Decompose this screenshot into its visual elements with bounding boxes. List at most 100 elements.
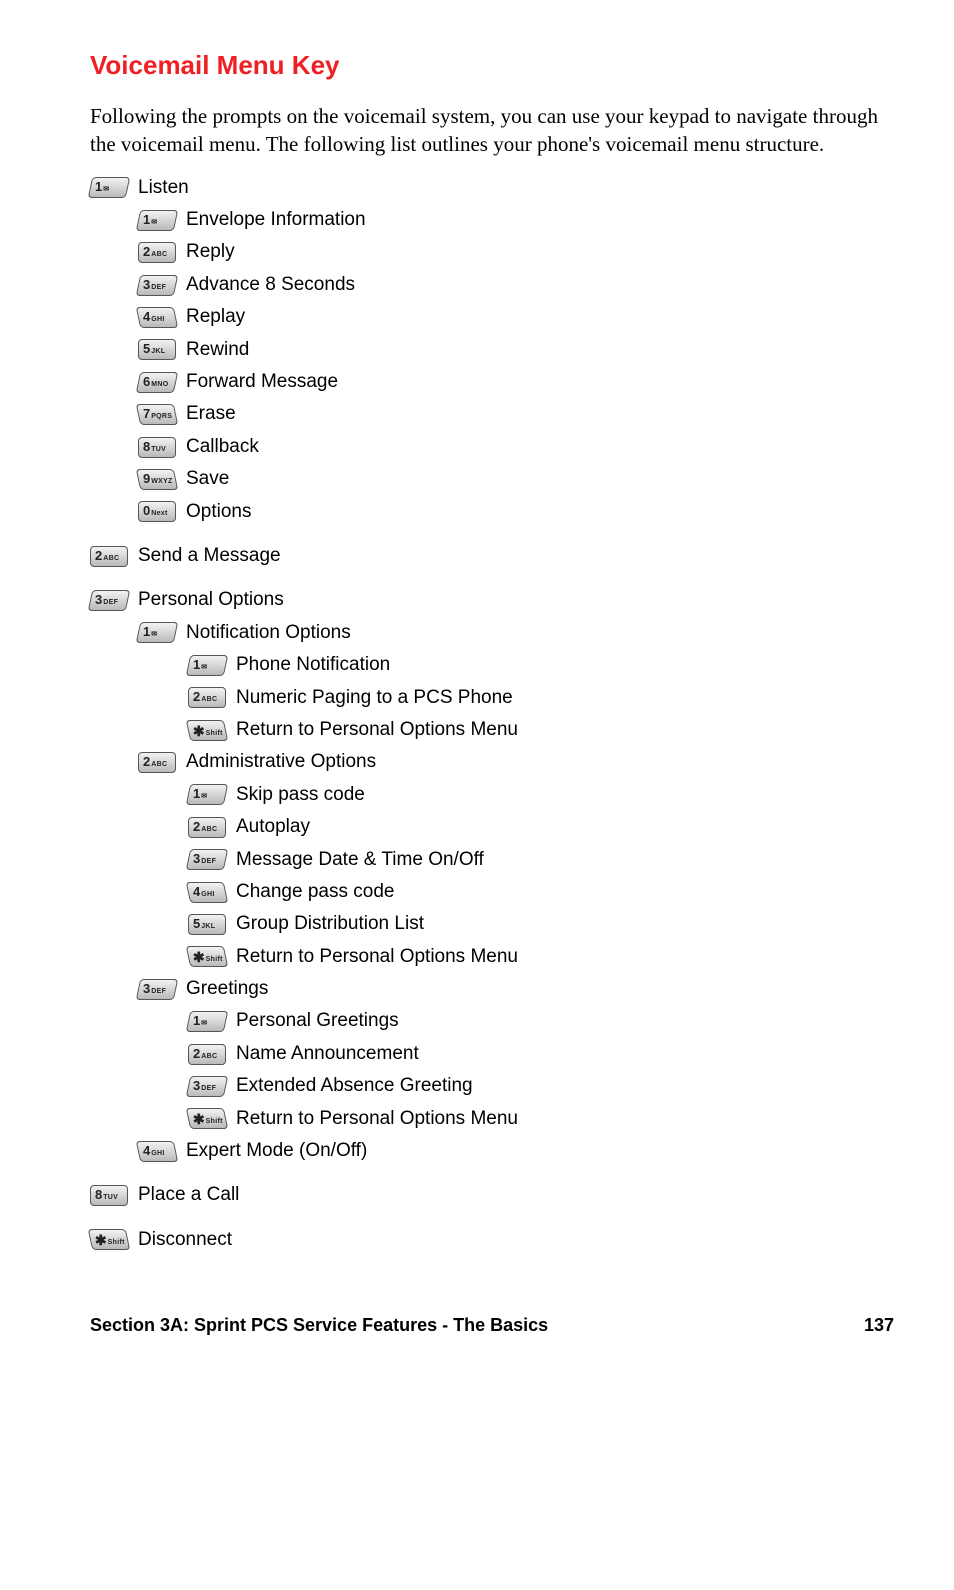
menu-row: 1✉ Notification Options xyxy=(138,618,894,648)
menu-item-label: Save xyxy=(186,464,229,494)
menu-row: 2ABC Reply xyxy=(138,237,894,267)
menu-row: 4GHI Replay xyxy=(138,302,894,332)
menu-item-label: Numeric Paging to a PCS Phone xyxy=(236,683,513,713)
keypad-key-icon: 1✉ xyxy=(186,784,228,805)
menu-item-label: Envelope Information xyxy=(186,205,366,235)
menu-row: 8TUV Place a Call xyxy=(90,1180,894,1210)
menu-row: 3DEF Greetings xyxy=(138,974,894,1004)
menu-row: 2ABC Send a Message xyxy=(90,541,894,571)
keypad-key-icon: 0Next xyxy=(138,501,176,522)
intro-text: Following the prompts on the voicemail s… xyxy=(90,102,894,159)
menu-item-label: Greetings xyxy=(186,974,268,1004)
page-title: Voicemail Menu Key xyxy=(90,50,894,81)
keypad-key-icon: 8TUV xyxy=(138,437,176,458)
menu-row: 1✉ Phone Notification xyxy=(188,650,894,680)
menu-item-label: Listen xyxy=(138,173,189,203)
keypad-key-icon: 2ABC xyxy=(188,817,226,838)
keypad-key-icon: 9WXYZ xyxy=(136,469,178,490)
keypad-key-icon: 1✉ xyxy=(136,622,178,643)
menu-item-label: Phone Notification xyxy=(236,650,390,680)
menu-row: 4GHI Expert Mode (On/Off) xyxy=(138,1136,894,1166)
menu-item-label: Autoplay xyxy=(236,812,310,842)
menu-row: 2ABC Numeric Paging to a PCS Phone xyxy=(188,683,894,713)
menu-row: 2ABC Name Announcement xyxy=(188,1039,894,1069)
menu-row: 8TUV Callback xyxy=(138,432,894,462)
menu-row: 6MNO Forward Message xyxy=(138,367,894,397)
menu-item-label: Return to Personal Options Menu xyxy=(236,942,518,972)
keypad-key-icon: 6MNO xyxy=(136,372,178,393)
page-footer: Section 3A: Sprint PCS Service Features … xyxy=(90,1315,894,1336)
menu-item-label: Change pass code xyxy=(236,877,394,907)
menu-row: 3DEF Personal Options xyxy=(90,585,894,615)
keypad-key-icon: 3DEF xyxy=(136,275,178,296)
menu-item-label: Send a Message xyxy=(138,541,281,571)
menu-item-label: Extended Absence Greeting xyxy=(236,1071,473,1101)
menu-item-label: Return to Personal Options Menu xyxy=(236,1104,518,1134)
keypad-key-icon: 1✉ xyxy=(186,655,228,676)
keypad-key-icon: 2ABC xyxy=(188,1044,226,1065)
keypad-key-icon: 2ABC xyxy=(138,752,176,773)
menu-item-label: Reply xyxy=(186,237,235,267)
menu-item-label: Administrative Options xyxy=(186,747,376,777)
menu-row: 3DEF Extended Absence Greeting xyxy=(188,1071,894,1101)
keypad-key-icon: 3DEF xyxy=(136,979,178,1000)
keypad-key-icon: 1✉ xyxy=(88,177,130,198)
keypad-key-icon: 4GHI xyxy=(136,1141,178,1162)
keypad-key-icon: 8TUV xyxy=(90,1185,128,1206)
menu-item-label: Personal Options xyxy=(138,585,284,615)
menu-item-label: Disconnect xyxy=(138,1225,232,1255)
menu-item-label: Replay xyxy=(186,302,245,332)
menu-row: ✱Shift Return to Personal Options Menu xyxy=(188,715,894,745)
keypad-key-icon: 1✉ xyxy=(186,1011,228,1032)
menu-item-label: Skip pass code xyxy=(236,780,365,810)
menu-item-label: Place a Call xyxy=(138,1180,239,1210)
menu-item-label: Group Distribution List xyxy=(236,909,424,939)
menu-row: 1✉ Personal Greetings xyxy=(188,1006,894,1036)
keypad-key-icon: ✱Shift xyxy=(186,720,228,741)
keypad-key-icon: 5JKL xyxy=(188,914,226,935)
menu-row: 0Next Options xyxy=(138,497,894,527)
keypad-key-icon: ✱Shift xyxy=(186,946,228,967)
keypad-key-icon: 2ABC xyxy=(90,546,128,567)
menu-row: 1✉ Skip pass code xyxy=(188,780,894,810)
keypad-key-icon: 4GHI xyxy=(186,882,228,903)
menu-item-label: Rewind xyxy=(186,335,249,365)
footer-section: Section 3A: Sprint PCS Service Features … xyxy=(90,1315,548,1336)
keypad-key-icon: 4GHI xyxy=(136,307,178,328)
keypad-key-icon: ✱Shift xyxy=(88,1229,130,1250)
menu-item-label: Message Date & Time On/Off xyxy=(236,845,484,875)
keypad-key-icon: 3DEF xyxy=(186,849,228,870)
menu-item-label: Advance 8 Seconds xyxy=(186,270,355,300)
menu-item-label: Name Announcement xyxy=(236,1039,419,1069)
menu-row: ✱Shift Return to Personal Options Menu xyxy=(188,942,894,972)
menu-row: ✱Shift Return to Personal Options Menu xyxy=(188,1104,894,1134)
voicemail-menu-tree: 1✉Listen1✉Envelope Information2ABCReply3… xyxy=(90,173,894,1256)
keypad-key-icon: ✱Shift xyxy=(186,1108,228,1129)
menu-item-label: Notification Options xyxy=(186,618,351,648)
menu-row: 4GHI Change pass code xyxy=(188,877,894,907)
keypad-key-icon: 5JKL xyxy=(138,339,176,360)
menu-item-label: Options xyxy=(186,497,251,527)
menu-row: 1✉ Envelope Information xyxy=(138,205,894,235)
menu-item-label: Return to Personal Options Menu xyxy=(236,715,518,745)
menu-row: 5JKL Rewind xyxy=(138,335,894,365)
menu-item-label: Erase xyxy=(186,399,236,429)
keypad-key-icon: 3DEF xyxy=(88,590,130,611)
keypad-key-icon: 2ABC xyxy=(138,242,176,263)
menu-item-label: Callback xyxy=(186,432,259,462)
keypad-key-icon: 1✉ xyxy=(136,210,178,231)
menu-item-label: Expert Mode (On/Off) xyxy=(186,1136,367,1166)
footer-page-number: 137 xyxy=(864,1315,894,1336)
keypad-key-icon: 2ABC xyxy=(188,687,226,708)
menu-row: 1✉ Listen xyxy=(90,173,894,203)
menu-row: 3DEF Advance 8 Seconds xyxy=(138,270,894,300)
menu-row: 3DEF Message Date & Time On/Off xyxy=(188,845,894,875)
menu-row: 5JKL Group Distribution List xyxy=(188,909,894,939)
menu-row: 2ABC Autoplay xyxy=(188,812,894,842)
keypad-key-icon: 3DEF xyxy=(186,1076,228,1097)
menu-item-label: Forward Message xyxy=(186,367,338,397)
menu-item-label: Personal Greetings xyxy=(236,1006,399,1036)
menu-row: ✱Shift Disconnect xyxy=(90,1225,894,1255)
menu-row: 2ABC Administrative Options xyxy=(138,747,894,777)
menu-row: 9WXYZ Save xyxy=(138,464,894,494)
